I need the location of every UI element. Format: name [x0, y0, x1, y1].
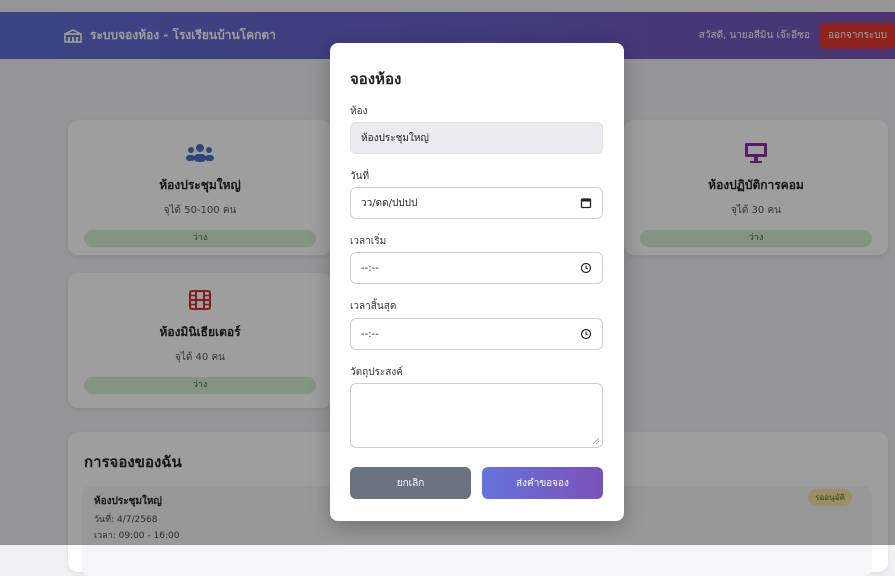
calendar-icon[interactable] — [580, 197, 592, 209]
start-time-label: เวลาเริ่ม — [350, 236, 387, 247]
date-label: วันที่ — [350, 171, 370, 182]
start-time-input[interactable]: --:-- — [350, 252, 603, 284]
clock-icon[interactable] — [580, 328, 592, 340]
cancel-button[interactable]: ยกเลิก — [350, 467, 471, 499]
room-field-value: ห้องประชุมใหญ่ — [361, 132, 429, 144]
submit-booking-button[interactable]: ส่งคำขอจอง — [482, 467, 603, 499]
resize-grip-icon[interactable] — [593, 438, 599, 444]
end-time-input-text: --:-- — [361, 328, 379, 340]
room-label: ห้อง — [350, 106, 368, 117]
purpose-textarea[interactable] — [350, 383, 603, 448]
date-input-text: วว/ดด/ปปปป — [361, 197, 418, 209]
end-time-input[interactable]: --:-- — [350, 318, 603, 350]
modal-title: จองห้อง — [350, 70, 402, 88]
purpose-label: วัตถุประสงค์ — [350, 367, 403, 378]
end-time-label: เวลาสิ้นสุด — [350, 301, 397, 312]
room-field: ห้องประชุมใหญ่ — [350, 122, 603, 154]
booking-modal: จองห้อง ห้อง ห้องประชุมใหญ่ วันที่ วว/ดด… — [330, 43, 624, 521]
start-time-input-text: --:-- — [361, 262, 379, 274]
date-input[interactable]: วว/ดด/ปปปป — [350, 187, 603, 219]
clock-icon[interactable] — [580, 262, 592, 274]
